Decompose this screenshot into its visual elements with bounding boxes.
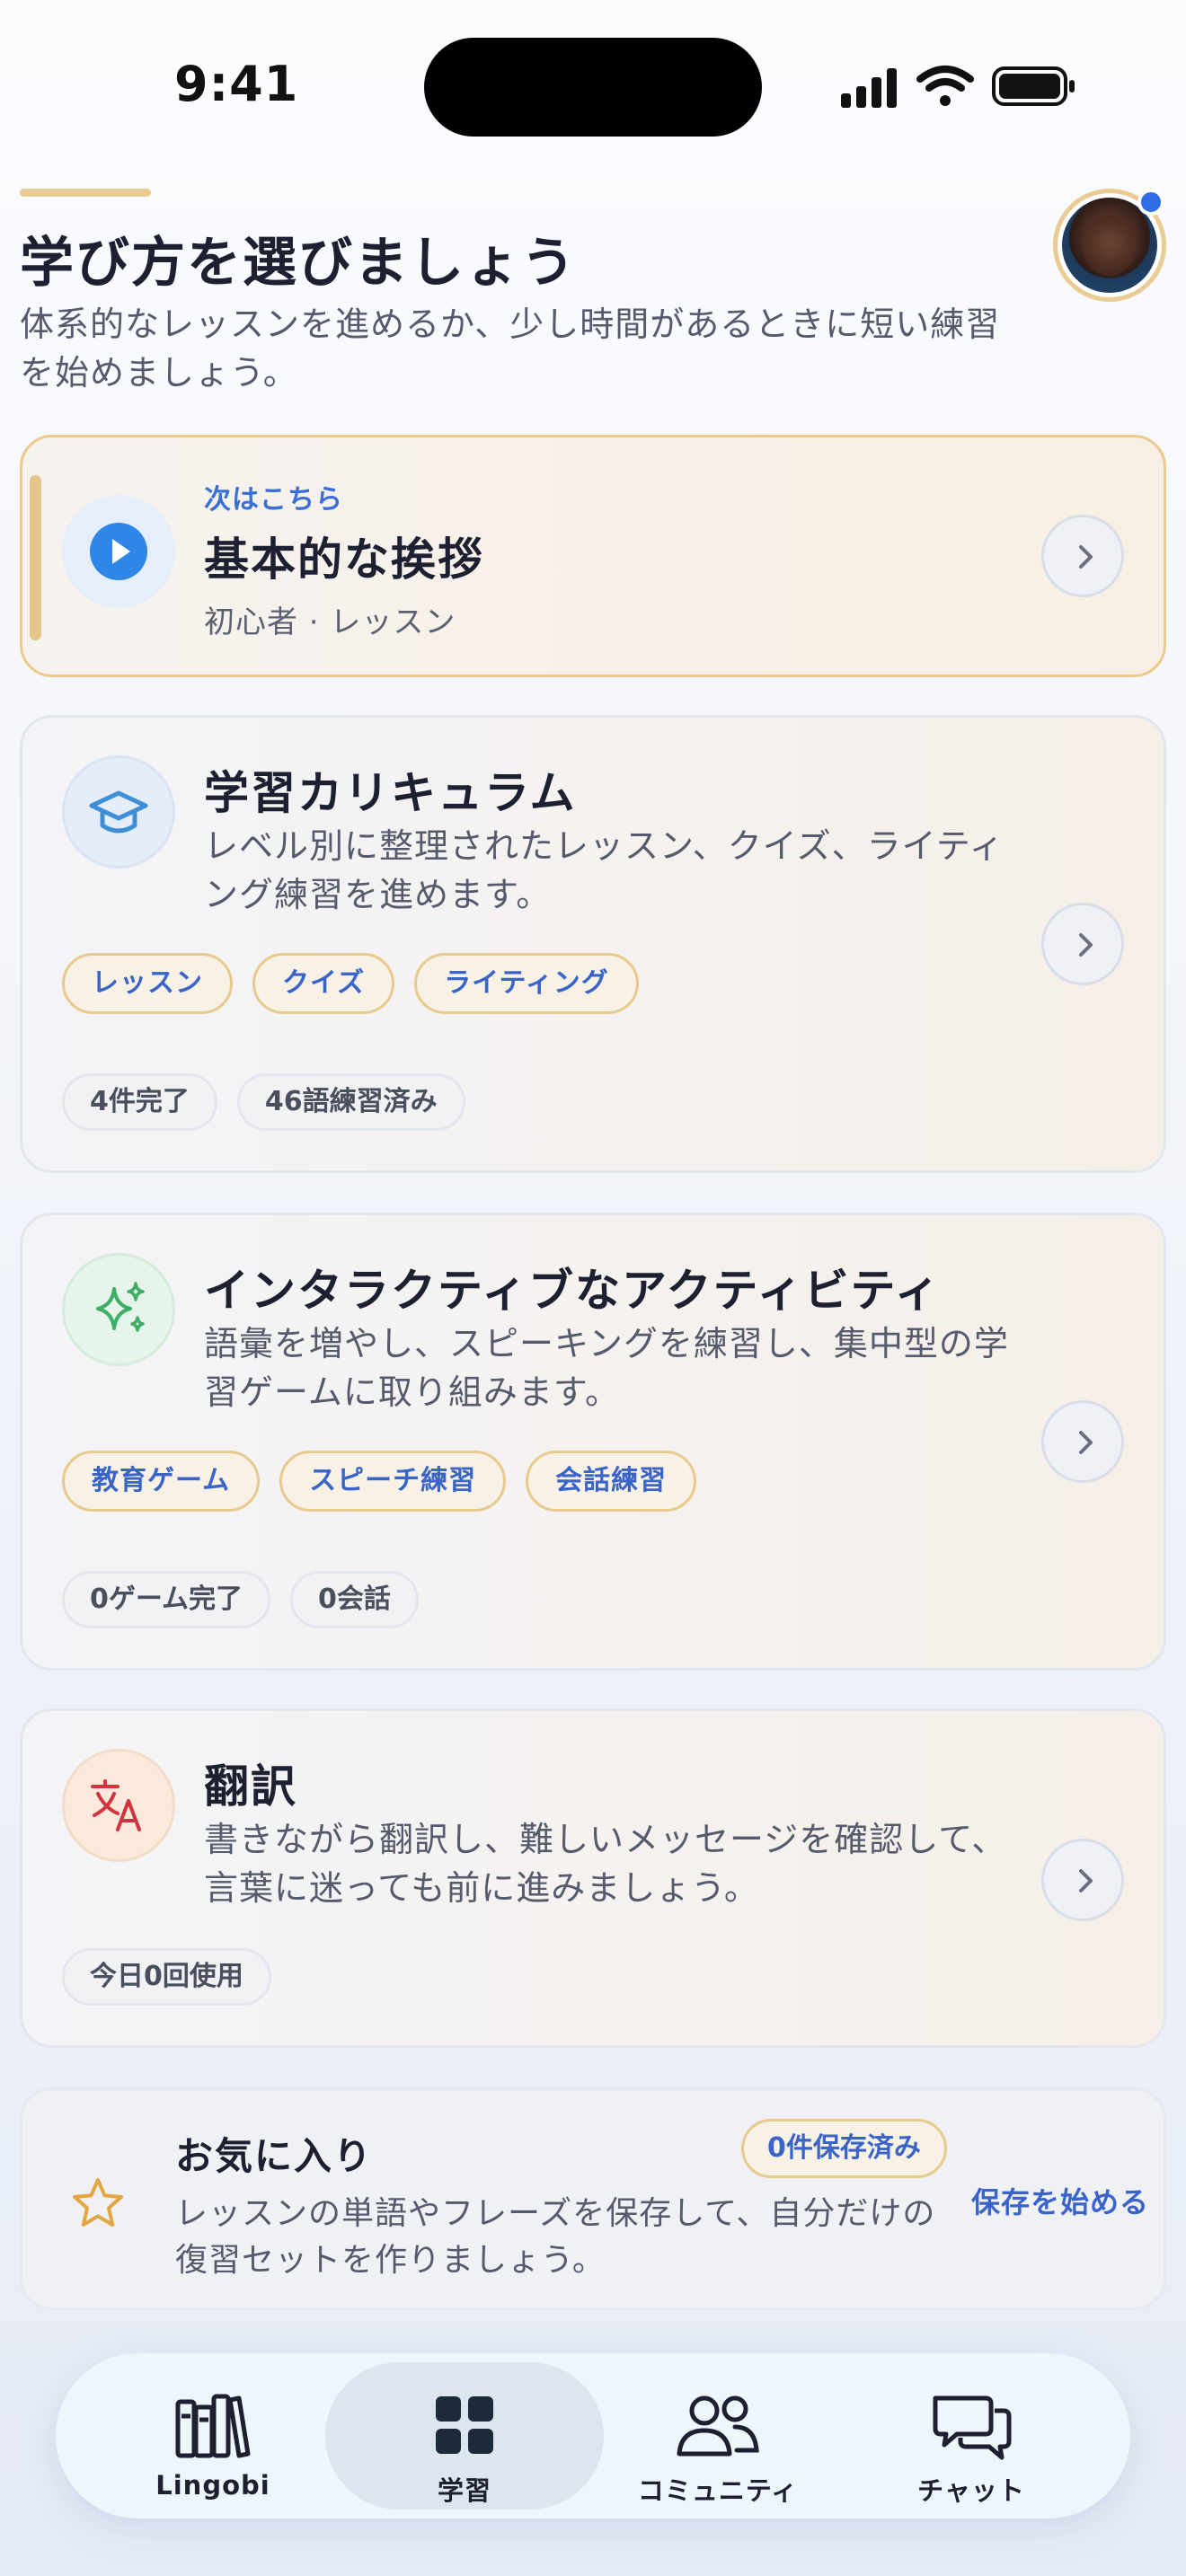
chat-icon — [933, 2395, 1012, 2460]
favorites-card[interactable]: お気に入り 0件保存済み レッスンの単語やフレーズを保存して、自分だけの復習セッ… — [20, 2087, 1166, 2310]
tab-learning[interactable]: 学習 — [325, 2362, 604, 2510]
chevron-right-button[interactable] — [1041, 1839, 1124, 1921]
next-label: 次はこちら — [204, 484, 343, 516]
chevron-right-icon — [1079, 1431, 1093, 1454]
chip-educational-games[interactable]: 教育ゲーム — [62, 1451, 261, 1512]
tab-label: Lingobi — [155, 2470, 270, 2501]
next-lesson-meta: 初心者 · レッスン — [204, 604, 456, 640]
tab-label: 学習 — [437, 2475, 491, 2506]
tab-label: コミュニティ — [637, 2475, 799, 2506]
notification-dot — [1137, 189, 1164, 216]
stat-words-practiced: 46語練習済み — [236, 1073, 465, 1131]
signal-icon — [841, 68, 897, 108]
chevron-right-button[interactable] — [1041, 515, 1124, 597]
dynamic-island — [424, 38, 762, 137]
tab-chat[interactable]: チャット — [832, 2362, 1111, 2510]
favorites-description: レッスンの単語やフレーズを保存して、自分だけの復習セットを作りましょう。 — [175, 2195, 936, 2279]
next-accent-bar — [30, 475, 41, 640]
activities-chips: 教育ゲーム スピーチ練習 会話練習 — [62, 1451, 697, 1512]
people-icon — [677, 2395, 759, 2457]
activities-description: 語彙を増やし、スピーキングを練習し、集中型の学習ゲームに取り組みます。 — [204, 1324, 1009, 1412]
page-subtitle: 体系的なレッスンを進めるか、少し時間があるときに短い練習を始めましょう。 — [20, 304, 1001, 393]
chip-speech-practice[interactable]: スピーチ練習 — [279, 1451, 507, 1512]
graduation-cap-icon — [62, 755, 175, 869]
star-icon — [73, 2178, 123, 2227]
start-saving-link[interactable]: 保存を始める — [971, 2180, 1149, 2221]
chip-writing[interactable]: ライティング — [414, 953, 639, 1014]
curriculum-card[interactable]: 学習カリキュラム レベル別に整理されたレッスン、クイズ、ライティング練習を進めま… — [20, 715, 1166, 1173]
chip-lesson[interactable]: レッスン — [62, 953, 233, 1014]
stat-completed: 4件完了 — [62, 1073, 217, 1131]
status-time: 9:41 — [174, 56, 299, 112]
tab-community[interactable]: コミュニティ — [579, 2362, 857, 2510]
favorites-title: お気に入り — [175, 2134, 374, 2178]
saved-count-badge: 0件保存済み — [741, 2119, 947, 2178]
translation-description: 書きながら翻訳し、難しいメッセージを確認して、言葉に迷っても前に進みましょう。 — [204, 1820, 1007, 1908]
stat-used-today: 今日0回使用 — [62, 1948, 271, 2006]
page-title: 学び方を選びましょう — [20, 232, 577, 295]
tab-label: チャット — [917, 2475, 1025, 2506]
chevron-right-button[interactable] — [1041, 1400, 1124, 1483]
chevron-right-icon — [1079, 933, 1093, 957]
wifi-icon — [916, 66, 974, 106]
tab-lingobi[interactable]: Lingobi — [74, 2362, 352, 2510]
activities-title: インタラクティブなアクティビティ — [204, 1265, 942, 1317]
curriculum-chips: レッスン クイズ ライティング — [62, 953, 639, 1014]
sparkles-icon — [62, 1253, 175, 1366]
chevron-right-icon — [1079, 545, 1093, 569]
tab-bar: Lingobi 学習 コミュニティ チャット — [56, 2353, 1130, 2519]
stat-games-completed: 0ゲーム完了 — [62, 1571, 270, 1628]
activities-stats: 0ゲーム完了 0会話 — [62, 1571, 419, 1628]
next-lesson-card[interactable]: 次はこちら 基本的な挨拶 初心者 · レッスン — [20, 435, 1166, 677]
curriculum-description: レベル別に整理されたレッスン、クイズ、ライティング練習を進めます。 — [204, 826, 1005, 914]
header-accent-line — [20, 189, 151, 197]
activities-card[interactable]: インタラクティブなアクティビティ 語彙を増やし、スピーキングを練習し、集中型の学… — [20, 1213, 1166, 1671]
chevron-right-icon — [1079, 1869, 1093, 1892]
grid-icon — [436, 2396, 493, 2454]
translate-icon — [62, 1749, 175, 1862]
chip-quiz[interactable]: クイズ — [252, 953, 395, 1014]
translation-stats: 今日0回使用 — [62, 1948, 271, 2006]
next-lesson-title: 基本的な挨拶 — [204, 534, 484, 586]
translation-card[interactable]: 翻訳 書きながら翻訳し、難しいメッセージを確認して、言葉に迷っても前に進みましょ… — [20, 1708, 1166, 2048]
translation-title: 翻訳 — [204, 1760, 297, 1813]
battery-icon — [992, 66, 1075, 106]
chip-conversation-practice[interactable]: 会話練習 — [526, 1451, 697, 1512]
play-icon — [62, 495, 175, 608]
curriculum-title: 学習カリキュラム — [204, 767, 577, 819]
library-icon — [175, 2394, 251, 2458]
curriculum-stats: 4件完了 46語練習済み — [62, 1073, 465, 1131]
stat-conversations: 0会話 — [289, 1571, 419, 1628]
chevron-right-button[interactable] — [1041, 903, 1124, 985]
status-icons — [841, 63, 1078, 110]
